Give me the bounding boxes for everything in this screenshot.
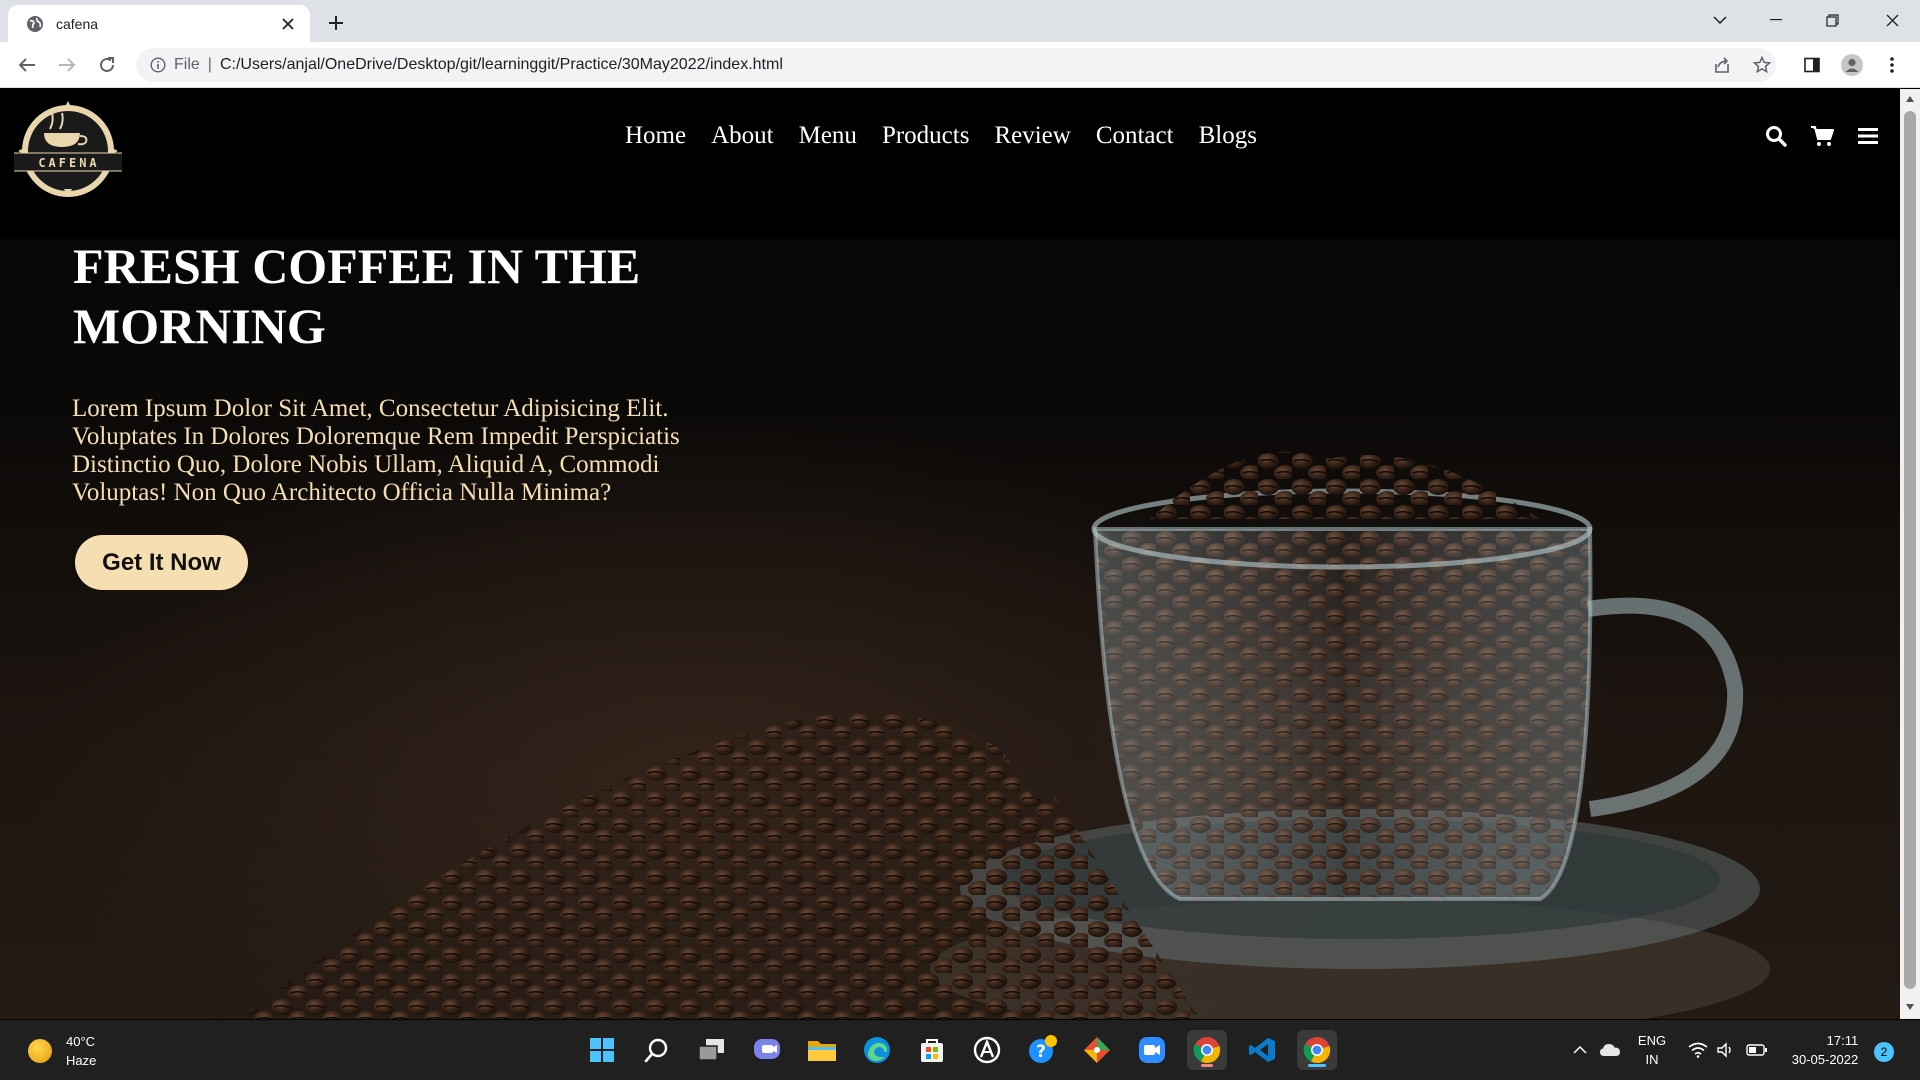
close-tab-icon[interactable] — [278, 14, 298, 34]
main-nav: Home About Menu Products Review Contact … — [625, 122, 1282, 150]
side-panel-icon[interactable] — [1798, 51, 1826, 79]
url-text[interactable]: C:/Users/anjal/OneDrive/Desktop/git/lear… — [220, 56, 783, 74]
nav-home[interactable]: Home — [625, 122, 686, 150]
cafena-logo[interactable] — [8, 99, 128, 199]
region-code: IN — [1645, 1052, 1659, 1067]
tab-search-chevron-icon[interactable] — [1692, 0, 1748, 40]
back-button[interactable] — [13, 51, 41, 79]
app-circle-icon[interactable] — [967, 1030, 1007, 1070]
hero-title: FRESH COFFEE IN THE MORNING — [73, 238, 641, 354]
nav-about[interactable]: About — [711, 122, 774, 150]
nav-contact[interactable]: Contact — [1096, 122, 1174, 150]
svg-text:?: ? — [1036, 1042, 1046, 1062]
forward-button[interactable] — [53, 51, 81, 79]
clock[interactable]: 17:11 30-05-2022 — [1780, 1020, 1870, 1080]
git-icon[interactable] — [1077, 1030, 1117, 1070]
url-protocol: File — [174, 56, 200, 73]
windows-taskbar: 40°C Haze ? ENG IN 17:11 30-05-2022 2 — [0, 1020, 1920, 1080]
omnibox[interactable]: File | C:/Users/anjal/OneDrive/Desktop/g… — [136, 48, 1776, 82]
browser-tab-strip: cafena — [0, 0, 1920, 42]
clock-time: 17:11 — [1826, 1033, 1859, 1048]
microsoft-store-icon[interactable] — [912, 1030, 952, 1070]
tab-title: cafena — [56, 15, 99, 32]
nav-products[interactable]: Products — [882, 122, 970, 150]
weather-description: Haze — [66, 1053, 97, 1068]
hero-description: Lorem Ipsum Dolor Sit Amet, Consectetur … — [72, 395, 680, 506]
volume-icon[interactable] — [1714, 1020, 1738, 1080]
share-icon[interactable] — [1708, 51, 1736, 79]
windows-start-icon[interactable] — [582, 1030, 622, 1070]
page-scrollbar[interactable] — [1900, 89, 1920, 1019]
minimize-button[interactable] — [1748, 0, 1804, 40]
zoom-icon[interactable] — [1132, 1030, 1172, 1070]
close-window-button[interactable] — [1864, 0, 1920, 40]
vscode-icon[interactable] — [1242, 1030, 1282, 1070]
url-separator: | — [207, 56, 212, 73]
profile-avatar-icon[interactable] — [1838, 51, 1866, 79]
chrome-icon[interactable] — [1187, 1030, 1227, 1070]
menu-bars-icon[interactable] — [1853, 121, 1883, 151]
cart-icon[interactable] — [1807, 121, 1837, 151]
clock-date: 30-05-2022 — [1791, 1052, 1859, 1067]
taskbar-search-icon[interactable] — [637, 1030, 677, 1070]
browser-tab[interactable]: cafena — [8, 5, 310, 42]
scroll-up-arrow-icon[interactable] — [1904, 93, 1916, 105]
nav-review[interactable]: Review — [994, 122, 1070, 150]
reload-button[interactable] — [93, 51, 121, 79]
teams-chat-icon[interactable] — [747, 1030, 787, 1070]
page-viewport: CAFENA Home About Menu Products Review C… — [0, 89, 1900, 1019]
site-info-icon[interactable] — [150, 57, 166, 73]
edge-icon[interactable] — [857, 1030, 897, 1070]
onedrive-cloud-icon[interactable] — [1597, 1020, 1623, 1080]
active-indicator — [1308, 1064, 1326, 1067]
nav-menu[interactable]: Menu — [799, 122, 857, 150]
browser-menu-kebab-icon[interactable] — [1878, 51, 1906, 79]
show-hidden-icons-chevron[interactable] — [1568, 1020, 1592, 1080]
scroll-thumb[interactable] — [1904, 111, 1916, 989]
restore-button[interactable] — [1804, 0, 1860, 40]
get-it-now-button[interactable]: Get It Now — [75, 535, 248, 590]
logo-wordmark: CAFENA — [38, 156, 100, 170]
scroll-down-arrow-icon[interactable] — [1904, 1001, 1916, 1013]
search-icon[interactable] — [1761, 121, 1791, 151]
language-indicator[interactable]: ENG IN — [1632, 1020, 1672, 1080]
bookmark-star-icon[interactable] — [1748, 51, 1776, 79]
notification-badge[interactable]: 2 — [1874, 1042, 1894, 1062]
site-header: CAFENA Home About Menu Products Review C… — [0, 89, 1900, 239]
globe-icon — [26, 15, 44, 33]
task-view-icon[interactable] — [692, 1030, 732, 1070]
help-icon[interactable]: ? — [1022, 1030, 1062, 1070]
wifi-icon[interactable] — [1686, 1020, 1710, 1080]
chrome-active-icon[interactable] — [1297, 1030, 1337, 1070]
nav-blogs[interactable]: Blogs — [1199, 122, 1257, 150]
address-toolbar: File | C:/Users/anjal/OneDrive/Desktop/g… — [0, 42, 1920, 88]
weather-temperature: 40°C — [66, 1034, 96, 1049]
weather-widget[interactable]: 40°C Haze — [28, 1032, 96, 1070]
language-code: ENG — [1637, 1033, 1667, 1048]
file-explorer-icon[interactable] — [802, 1030, 842, 1070]
battery-icon[interactable] — [1744, 1020, 1770, 1080]
running-indicator — [1201, 1064, 1213, 1067]
new-tab-button[interactable] — [322, 9, 350, 37]
sun-haze-icon — [28, 1039, 52, 1063]
